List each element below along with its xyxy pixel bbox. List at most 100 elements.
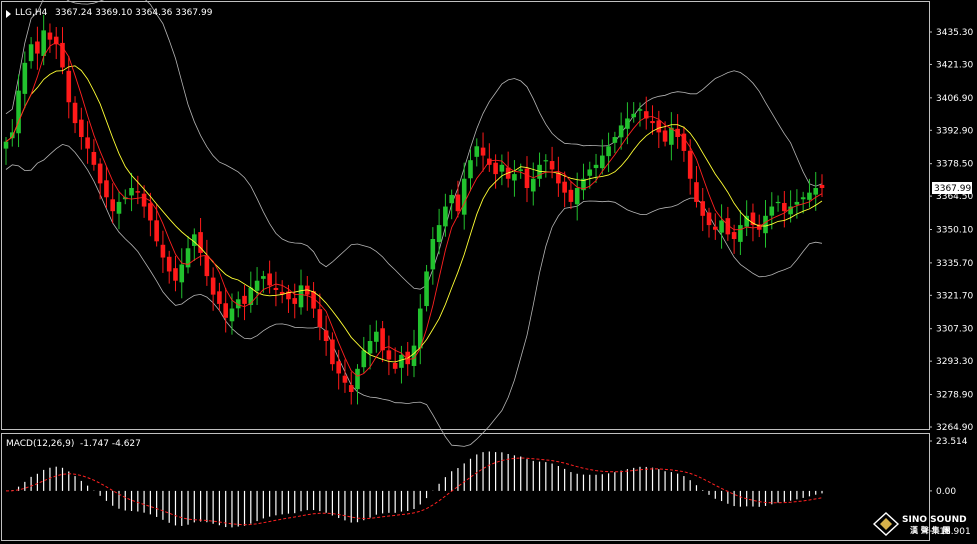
candle-body [807, 192, 812, 200]
candle-body [549, 161, 555, 170]
candle-body [669, 127, 674, 145]
candle-body [386, 350, 392, 360]
macd-tick-label: 23.514 [936, 437, 968, 447]
candle-body [612, 137, 618, 143]
candle-body [399, 354, 404, 368]
candle-body [292, 298, 298, 304]
candle-body [769, 206, 775, 216]
candle-body [173, 268, 178, 281]
macd-values: -1.747 -4.627 [80, 439, 141, 449]
chart-canvas[interactable]: 3435.303421.303406.903392.903378.503364.… [0, 0, 977, 544]
candle-body [656, 120, 662, 133]
price-tick-label: 3307.30 [936, 325, 973, 335]
current-price-tag: 3367.99 [932, 182, 972, 194]
symbol-label: LLG,H4 [15, 8, 48, 18]
candle-body [813, 188, 819, 195]
candle-body [3, 141, 9, 149]
candle-body [819, 184, 825, 189]
candle-body [631, 113, 636, 118]
price-tick-label: 3350.10 [936, 226, 973, 236]
candle-body [524, 168, 530, 189]
macd-label: MACD(12,26,9) [6, 439, 74, 449]
candle-body [217, 291, 222, 304]
candle-body [625, 118, 630, 129]
candle-body [85, 137, 90, 149]
candle-body [436, 225, 442, 243]
candle-body [738, 225, 743, 242]
candle-body [719, 220, 724, 233]
candle-body [424, 271, 429, 307]
candle-body [22, 62, 28, 94]
candle-body [179, 264, 185, 283]
candle-body [16, 90, 21, 134]
candle-body [800, 197, 806, 200]
candle-body [461, 178, 467, 215]
candle-body [116, 201, 122, 214]
candle-body [518, 169, 524, 171]
candle-body [336, 361, 341, 374]
candle-body [210, 277, 216, 295]
ohlc-values: 3367.24 3369.10 3364.36 3367.99 [55, 8, 213, 18]
candle-body [47, 32, 53, 40]
candle-body [493, 162, 498, 175]
candle-body [41, 30, 46, 56]
macd-header: MACD(12,26,9) -1.747 -4.627 [6, 439, 141, 449]
candle-body [28, 44, 34, 62]
candle-body [160, 244, 166, 258]
candle-body [574, 188, 580, 205]
candle-body [242, 295, 247, 304]
candle-body [261, 276, 266, 279]
logo-name: SINO SOUND [902, 515, 967, 525]
candle-body [443, 206, 448, 227]
candle-body [229, 308, 235, 322]
candle [424, 264, 429, 312]
price-tick-label: 3392.90 [936, 126, 973, 136]
candle-body [794, 201, 800, 205]
price-tick-label: 3335.70 [936, 259, 973, 269]
candle-body [72, 102, 78, 124]
candle-body [104, 180, 109, 198]
price-tick-label: 3264.90 [936, 423, 973, 433]
price-tick-label: 3421.30 [936, 60, 973, 70]
candle-body [223, 303, 228, 318]
candle-body [468, 160, 473, 179]
candle-body [254, 280, 260, 291]
candle-body [637, 109, 643, 111]
candle-body [35, 41, 40, 54]
candle-body [342, 375, 348, 383]
candle-body [204, 255, 210, 277]
candle-body [568, 189, 574, 202]
candle-body [600, 155, 605, 169]
candle-body [543, 160, 549, 162]
candle-body [593, 164, 599, 169]
candle-body [694, 182, 699, 202]
candle-body [606, 146, 611, 157]
candle-body [392, 362, 398, 369]
candle-body [129, 188, 134, 196]
candle-body [455, 194, 461, 212]
candle-body [141, 193, 147, 207]
candle-body [248, 287, 254, 306]
candle-body [148, 203, 153, 221]
candle-body [618, 125, 624, 138]
candle-body [782, 202, 787, 212]
candle-body [706, 212, 712, 226]
price-tick-label: 3378.50 [936, 160, 973, 170]
logo-cn: 漢 聲 集 團 [910, 525, 950, 535]
candle-body [317, 309, 323, 328]
candle-body [480, 147, 486, 156]
candle-body [712, 226, 718, 230]
candle-body [355, 368, 360, 390]
candle-body [474, 146, 480, 157]
candle-body [66, 70, 72, 103]
candle-body [763, 215, 768, 234]
price-tick-label: 3435.30 [936, 28, 973, 38]
candle-body [700, 201, 706, 216]
candle-body [587, 169, 593, 176]
candle-body [775, 201, 781, 204]
candle-body [687, 150, 693, 179]
candle-body [380, 328, 385, 351]
price-tick-label: 3278.90 [936, 391, 973, 401]
price-tick-label: 3321.70 [936, 291, 973, 301]
candle-body [650, 121, 655, 124]
